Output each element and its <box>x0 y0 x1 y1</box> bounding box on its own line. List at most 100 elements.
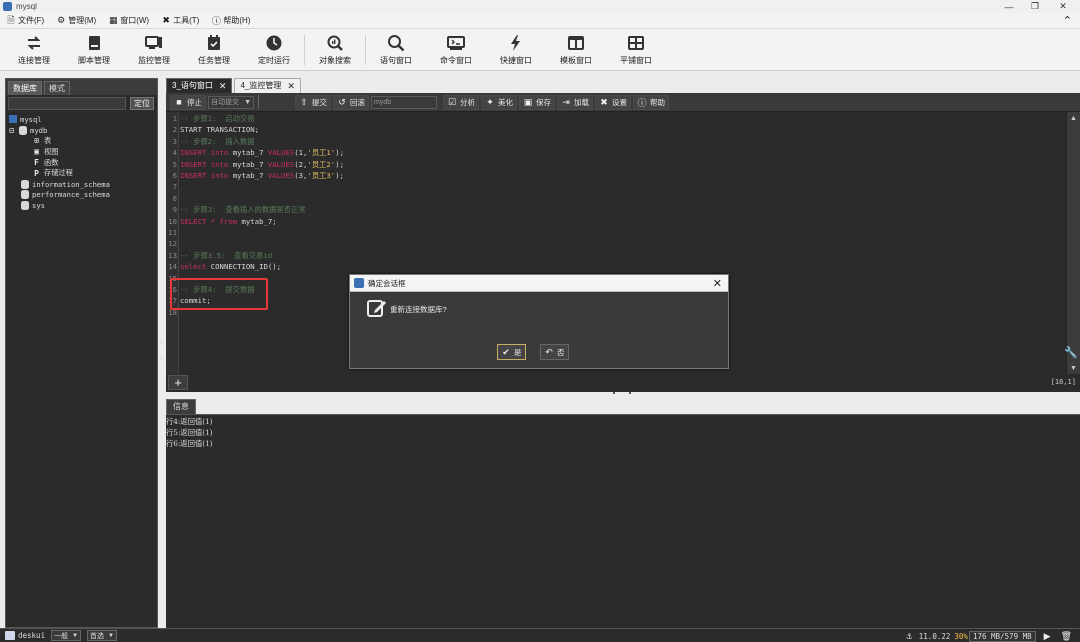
server-icon <box>8 115 17 124</box>
edit-icon <box>367 300 386 317</box>
stop-button[interactable]: ■ 停止 <box>170 94 206 110</box>
save-button[interactable]: ▣ 保存 <box>519 94 555 110</box>
menu-label: 管理(M) <box>68 16 97 25</box>
terminal-icon <box>447 34 465 52</box>
analyze-button[interactable]: ☑ 分析 <box>443 94 479 110</box>
tab-statement-window[interactable]: 3_语句窗口 ✕ <box>166 78 233 93</box>
tab-info[interactable]: 信息 <box>166 399 196 414</box>
code-line: 10 SELECT * from mytab_7; <box>166 216 1066 227</box>
close-icon[interactable]: ✕ <box>1052 0 1074 13</box>
toolbar-label: 平铺窗口 <box>620 56 652 65</box>
splitter-handle[interactable] <box>160 341 162 343</box>
tree-node-procedures[interactable]: P 存储过程 <box>6 168 157 179</box>
dialog-titlebar: 确定会话框 ✕ <box>350 275 728 292</box>
task-manage-button[interactable]: 任务管理 <box>184 29 244 71</box>
tree-node-performance-schema[interactable]: performance_schema <box>6 190 157 201</box>
splitter-handle[interactable] <box>613 392 615 394</box>
code-token: '员工3' <box>307 171 336 180</box>
mode-select[interactable]: 一般 ▼ <box>51 630 82 641</box>
yes-button[interactable]: ✔ 是 <box>497 344 526 360</box>
quick-window-button[interactable]: 快捷窗口 <box>486 29 546 71</box>
clock-icon <box>265 34 283 52</box>
commit-mode-select[interactable]: 自动提交 ▼ <box>208 95 254 109</box>
close-icon[interactable]: ✕ <box>219 79 227 93</box>
close-icon[interactable]: ✕ <box>713 277 722 290</box>
code-token: (3, <box>294 171 308 180</box>
editor-scrollbar[interactable]: ▲ ▼ <box>1066 112 1080 374</box>
tree-node-functions[interactable]: F 函数 <box>6 157 157 168</box>
tab-schema[interactable]: 模式 <box>44 81 70 95</box>
task-icon <box>205 34 223 52</box>
menu-manage[interactable]: ⚙ 管理(M) <box>56 15 96 26</box>
code-token: INSERT into <box>180 171 233 180</box>
chevron-down-icon: ▼ <box>108 632 114 639</box>
menu-window[interactable]: ▦ 窗口(W) <box>108 15 149 26</box>
schema-select[interactable]: mydb <box>371 95 437 109</box>
tree-node-mydb[interactable]: ⊟ mydb <box>6 125 157 136</box>
close-icon[interactable]: ✕ <box>287 79 295 93</box>
toolbar-label: 定时运行 <box>258 56 290 65</box>
left-panel-tabs: 数据库 模式 <box>6 79 157 95</box>
tree-filter-input[interactable] <box>8 97 126 110</box>
connection-manage-button[interactable]: 连接管理 <box>4 29 64 71</box>
collapse-icon[interactable]: ⊟ <box>8 126 15 135</box>
minimize-icon[interactable]: — <box>998 0 1020 13</box>
help-icon: ⓘ <box>211 16 221 26</box>
collapse-toolbar-icon[interactable]: ⌃ <box>1063 14 1072 27</box>
no-button[interactable]: ↶ 否 <box>540 344 569 360</box>
load-button[interactable]: ⇥ 加载 <box>557 94 593 110</box>
locate-button[interactable]: 定位 <box>130 97 154 110</box>
code-line: 6 INSERT into mytab_7 VALUES(3,'员工3'); <box>166 170 1066 181</box>
current-user: deskui <box>18 631 46 640</box>
scroll-up-icon[interactable]: ▲ <box>1067 112 1080 124</box>
scheduled-run-button[interactable]: 定时运行 <box>244 29 304 71</box>
commit-button[interactable]: ⇧ 提交 <box>295 94 331 110</box>
add-button[interactable]: + <box>168 375 188 390</box>
object-search-button[interactable]: 对象搜索 <box>305 29 365 71</box>
code-text: SELECT * from mytab_7; <box>178 217 277 226</box>
line-number: 4 <box>172 148 177 158</box>
tree-node-tables[interactable]: ⊞ 表 <box>6 136 157 147</box>
tree-node-sys[interactable]: sys <box>6 200 157 211</box>
menu-help[interactable]: ⓘ 帮助(H) <box>211 15 251 26</box>
tab-monitor-manage[interactable]: 4_监控管理 ✕ <box>234 78 301 93</box>
priority-select[interactable]: 首选 ▼ <box>87 630 117 641</box>
statement-window-button[interactable]: 语句窗口 <box>366 29 426 71</box>
command-window-button[interactable]: 命令窗口 <box>426 29 486 71</box>
script-manage-button[interactable]: 脚本管理 <box>64 29 124 71</box>
database-panel: 数据库 模式 定位 mysql ⊟ mydb ⊞ 表 ▣ 视图 F 函数 P 存 <box>5 78 158 628</box>
tile-window-button[interactable]: 平铺窗口 <box>606 29 666 71</box>
menu-tools[interactable]: ✖ 工具(T) <box>161 15 199 26</box>
tree-node-label: 存储过程 <box>44 168 73 178</box>
toolbar-label: 连接管理 <box>18 56 50 65</box>
toolbar-label: 语句窗口 <box>380 56 412 65</box>
play-icon[interactable]: ▶ <box>1044 631 1051 642</box>
line-number: 14 <box>168 262 177 272</box>
tree-node-label: 视图 <box>44 146 59 156</box>
code-line: 13 -- 步骤3.5: 查看交易id <box>166 250 1066 261</box>
script-icon <box>85 34 103 52</box>
splitter-handle[interactable] <box>160 357 162 359</box>
help-button[interactable]: ⓘ 帮助 <box>633 94 669 110</box>
tree-node-label: information_schema <box>32 179 110 189</box>
tree-node-views[interactable]: ▣ 视图 <box>6 146 157 157</box>
confirm-dialog: 确定会话框 ✕ 重新连接数据库? ✔ 是 ↶ 否 <box>349 274 729 369</box>
status-bar: deskui 一般 ▼ 首选 ▼ ⚓ 11.0.22 30% 176 MB/57… <box>0 628 1080 642</box>
splitter-handle[interactable] <box>629 392 631 394</box>
button-label: 保存 <box>536 97 551 107</box>
tree-node-mysql[interactable]: mysql <box>6 114 157 125</box>
wrench-icon[interactable]: 🔧 <box>1064 346 1078 359</box>
maximize-icon[interactable]: ❐ <box>1024 0 1046 13</box>
code-text: START TRANSACTION; <box>178 125 259 134</box>
rollback-button[interactable]: ↺ 回滚 <box>333 94 369 110</box>
template-window-button[interactable]: 模板窗口 <box>546 29 606 71</box>
trash-icon[interactable]: 🗑 <box>1061 631 1072 642</box>
settings-button[interactable]: ✖ 设置 <box>595 94 631 110</box>
menu-file[interactable]: 🗎 文件(F) <box>6 15 44 26</box>
tree-node-information-schema[interactable]: information_schema <box>6 179 157 190</box>
beautify-button[interactable]: ✦ 美化 <box>481 94 517 110</box>
scroll-down-icon[interactable]: ▼ <box>1067 362 1080 374</box>
monitor-manage-button[interactable]: 监控管理 <box>124 29 184 71</box>
tab-database[interactable]: 数据库 <box>8 81 42 95</box>
info-line: 行6:返回值(1) <box>166 439 213 448</box>
